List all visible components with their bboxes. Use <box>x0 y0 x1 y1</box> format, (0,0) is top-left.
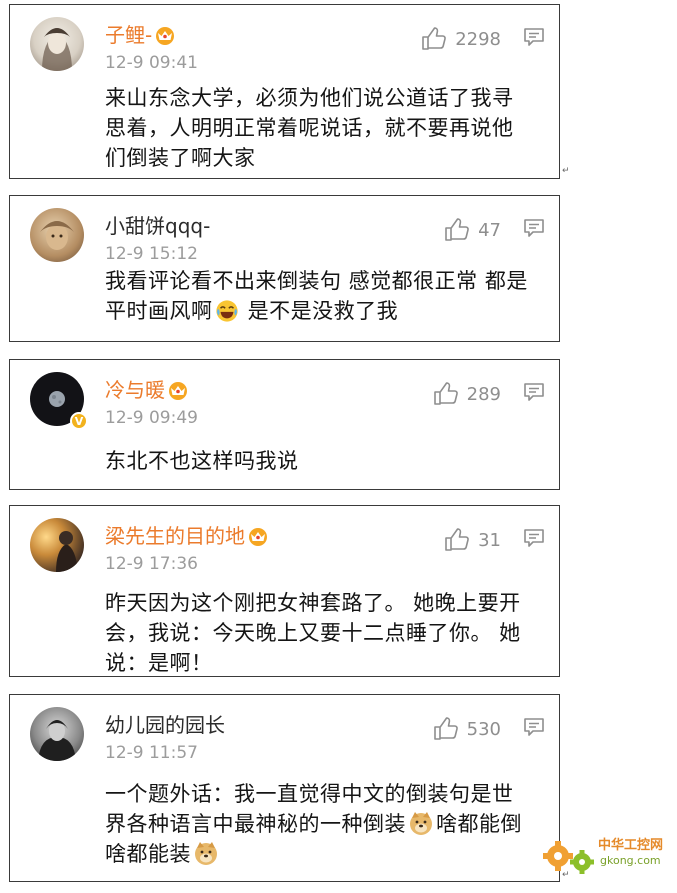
reply-icon[interactable] <box>523 382 545 402</box>
like-count: 289 <box>466 383 501 405</box>
like-button[interactable]: 31 <box>444 528 501 552</box>
timestamp: 12-9 09:41 <box>105 53 198 73</box>
comment-text: 昨天因为这个刚把女神套路了。 她晚上要开 会，我说：今天晚上又要十二点睡了你。 … <box>105 588 539 678</box>
watermark-title: 中华工控网 <box>598 838 664 853</box>
comment-card: 子鲤- 12-9 09:41 2298 来山东念大学，必须为他们说公道话了我寻 … <box>9 4 560 179</box>
paragraph-mark: ↵ <box>562 166 570 176</box>
comment-line: 界各种语言中最神秘的一种倒装 啥都能倒 <box>105 809 539 839</box>
bw-portrait-icon <box>38 720 76 761</box>
username[interactable]: 梁先生的目的地 <box>105 524 269 548</box>
comment-line: 思着，人明明正常着呢说话，就不要再说他 <box>105 116 514 140</box>
thumbs-up-icon <box>444 218 470 242</box>
text-fragment: 啥都能装 <box>105 842 191 866</box>
comment-card: 幼儿园的园长 12-9 11:57 530 一个题外话：我一直觉得中文的倒装句是… <box>9 694 560 882</box>
timestamp: 12-9 17:36 <box>105 554 198 574</box>
like-count: 2298 <box>455 28 501 50</box>
comment-text: 来山东念大学，必须为他们说公道话了我寻 思着，人明明正常着呢说话，就不要再说他 … <box>105 83 539 173</box>
verified-badge-icon: V <box>70 412 88 430</box>
comment-card: V 冷与暖 12-9 09:49 289 东北不也这样吗我说 <box>9 359 560 490</box>
painted-face-icon <box>40 221 74 250</box>
watermark-url: gkong.com <box>600 854 661 867</box>
timestamp: 12-9 11:57 <box>105 743 198 763</box>
like-button[interactable]: 289 <box>433 382 501 406</box>
comment-line: 来山东念大学，必须为他们说公道话了我寻 <box>105 86 514 110</box>
text-fragment: 是不是没救了我 <box>240 299 399 323</box>
comment-line: 东北不也这样吗我说 <box>105 449 299 473</box>
laughing-crying-emoji-icon <box>215 299 239 323</box>
username[interactable]: 幼儿园的园长 <box>105 713 225 737</box>
doge-emoji-icon <box>408 810 434 836</box>
like-count: 31 <box>478 529 501 551</box>
avatar[interactable]: V <box>30 372 88 430</box>
doge-emoji-icon <box>193 840 219 866</box>
thumbs-up-icon <box>444 528 470 552</box>
like-count: 47 <box>478 219 501 241</box>
comment-line: 们倒装了啊大家 <box>105 146 256 170</box>
timestamp: 12-9 09:49 <box>105 408 198 428</box>
comment-line: 啥都能装 <box>105 839 539 869</box>
like-button[interactable]: 47 <box>444 218 501 242</box>
reply-icon[interactable] <box>523 27 545 47</box>
comment-card: 梁先生的目的地 12-9 17:36 31 昨天因为这个刚把女神套路了。 她晚上… <box>9 505 560 677</box>
comment-line: 昨天因为这个刚把女神套路了。 她晚上要开 <box>105 591 521 615</box>
username[interactable]: 小甜饼qqq- <box>105 214 210 238</box>
vip-crown-icon <box>167 380 189 400</box>
like-button[interactable]: 2298 <box>421 27 501 51</box>
timestamp: 12-9 15:12 <box>105 244 198 264</box>
comment-line: 说：是啊！ <box>105 651 213 675</box>
text-fragment: 平时画风啊 <box>105 299 213 323</box>
comment-text: 我看评论看不出来倒装句 感觉都很正常 都是 平时画风啊 是不是没救了我 <box>105 266 539 326</box>
watermark-logo: 中华工控网 gkong.com <box>540 830 670 880</box>
reply-icon[interactable] <box>523 218 545 238</box>
comment-card: 小甜饼qqq- 12-9 15:12 47 我看评论看不出来倒装句 感觉都很正常… <box>9 195 560 342</box>
avatar[interactable] <box>30 208 84 262</box>
thumbs-up-icon <box>433 382 459 406</box>
comment-text: 东北不也这样吗我说 <box>105 446 539 476</box>
thumbs-up-icon <box>433 717 459 741</box>
like-button[interactable]: 530 <box>433 717 501 741</box>
username[interactable]: 子鲤- <box>105 23 176 47</box>
comment-text: 一个题外话：我一直觉得中文的倒装句是世 界各种语言中最神秘的一种倒装 啥都能倒 啥… <box>105 779 539 869</box>
thumbs-up-icon <box>421 27 447 51</box>
reply-icon[interactable] <box>523 717 545 737</box>
comment-line: 我看评论看不出来倒装句 感觉都很正常 都是 <box>105 269 528 293</box>
comment-line: 会，我说：今天晚上又要十二点睡了你。 她 <box>105 621 521 645</box>
text-fragment: 啥都能倒 <box>436 812 522 836</box>
like-count: 530 <box>466 718 501 740</box>
girl-sketch-icon <box>42 28 72 71</box>
comment-line: 一个题外话：我一直觉得中文的倒装句是世 <box>105 782 514 806</box>
reply-icon[interactable] <box>523 528 545 548</box>
avatar[interactable] <box>30 518 84 572</box>
sunset-portrait-icon <box>56 531 78 572</box>
comment-line: 平时画风啊 是不是没救了我 <box>105 296 539 326</box>
avatar[interactable] <box>30 707 84 761</box>
username[interactable]: 冷与暖 <box>105 378 189 402</box>
text-fragment: 界各种语言中最神秘的一种倒装 <box>105 812 406 836</box>
gear-logo-icon <box>543 841 594 874</box>
vip-crown-icon <box>247 526 269 546</box>
vip-crown-icon <box>154 25 176 45</box>
avatar[interactable] <box>30 17 84 71</box>
